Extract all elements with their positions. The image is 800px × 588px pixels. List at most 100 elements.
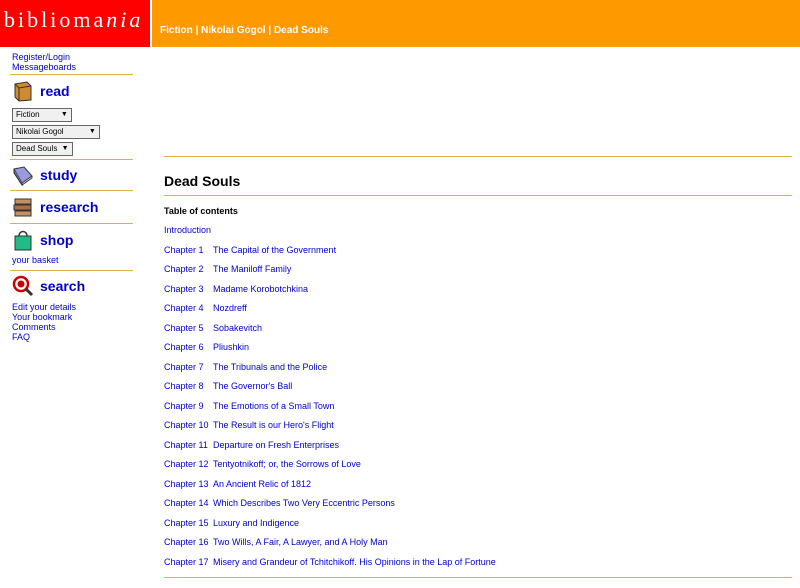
account-links: Edit your details Your bookmark Comments… — [0, 302, 76, 342]
toc-entry[interactable]: Chapter 11 Departure on Fresh Enterprises — [164, 440, 496, 460]
dropdown-arrow-icon: ▼ — [61, 145, 69, 152]
sidebar-divider — [10, 223, 133, 224]
messageboards-link[interactable]: Messageboards — [12, 62, 76, 72]
toc-entry[interactable]: Chapter 8 The Governor's Ball — [164, 381, 496, 401]
comments-link[interactable]: Comments — [12, 322, 76, 332]
content-divider — [164, 195, 792, 196]
breadcrumb-fiction[interactable]: Fiction — [160, 25, 193, 36]
dropdown-arrow-icon: ▼ — [88, 128, 96, 135]
chapter-number: Chapter 10 — [164, 420, 209, 430]
chapter-number: Chapter 4 — [164, 303, 204, 313]
chapter-number: Chapter 14 — [164, 498, 209, 508]
chapter-title-link[interactable]: Madame Korobotchkina — [213, 284, 308, 294]
chapter-title-link[interactable]: Which Describes Two Very Eccentric Perso… — [213, 498, 395, 508]
category-select[interactable]: Fiction ▼ — [12, 108, 72, 122]
sidebar-divider — [10, 74, 133, 75]
research-section: research — [12, 196, 137, 218]
research-books-icon — [13, 198, 32, 217]
breadcrumb-author[interactable]: Nikolai Gogol — [201, 25, 265, 36]
chapter-number: Chapter 15 — [164, 517, 209, 528]
toc-entry[interactable]: Chapter 10 The Result is our Hero's Fligh… — [164, 420, 496, 440]
chapter-number: Chapter 9 — [164, 400, 204, 411]
chapter-number: Chapter 16 — [164, 537, 209, 547]
study-book-icon — [13, 166, 33, 186]
search-link[interactable]: search — [40, 278, 85, 294]
book-icon — [14, 81, 32, 102]
sidebar-divider — [10, 159, 133, 160]
chapter-number: Chapter 11 — [164, 439, 208, 450]
shop-link[interactable]: shop — [40, 232, 73, 248]
chapter-title-link[interactable]: Nozdreff — [213, 303, 247, 313]
toc-entry[interactable]: Chapter 16 Two Wills, A Fair, A Lawyer, a… — [164, 537, 496, 557]
chapter-number: Chapter 17 — [164, 556, 209, 567]
chapter-title-link[interactable]: The Governor's Ball — [213, 381, 292, 391]
page-title: Dead Souls — [164, 173, 241, 189]
shop-section: shop your basket — [12, 229, 137, 265]
chapter-title-link[interactable]: The Capital of the Government — [213, 245, 336, 255]
toc-entry[interactable]: Chapter 5 Sobakevitch — [164, 323, 496, 343]
toc-entry[interactable]: Chapter 4 Nozdreff — [164, 303, 496, 323]
chapter-title-link[interactable]: The Result is our Hero's Flight — [213, 420, 334, 430]
chapter-number: Chapter 2 — [164, 264, 204, 274]
toc-entry[interactable]: Chapter 2 The Maniloff Family — [164, 264, 496, 284]
breadcrumb-book[interactable]: Dead Souls — [274, 25, 328, 36]
faq-link[interactable]: FAQ — [12, 332, 76, 342]
breadcrumb: Fiction | Nikolai Gogol | Dead Souls — [160, 25, 328, 36]
your-basket-link[interactable]: your basket — [12, 255, 137, 265]
bibliomania-logo[interactable]: bibliomania — [0, 0, 150, 47]
toc-entry[interactable]: Chapter 15 Luxury and Indigence — [164, 518, 496, 538]
register-login-link[interactable]: Register/Login — [12, 52, 70, 62]
chapter-number: Chapter 13 — [164, 478, 209, 489]
author-select-value: Nikolai Gogol — [16, 127, 64, 136]
toc-entry[interactable]: Chapter 6 Pliushkin — [164, 342, 496, 362]
toc-entry[interactable]: Chapter 1 The Capital of the Government — [164, 245, 496, 265]
logo-text-suffix: nia — [106, 7, 144, 32]
study-link[interactable]: study — [40, 167, 77, 183]
toc-entry[interactable]: Chapter 7 The Tribunals and the Police — [164, 362, 496, 382]
toc-entry[interactable]: Chapter 12 Tentyotnikoff; or, the Sorrows… — [164, 459, 496, 479]
toc-entry[interactable]: Chapter 13 An Ancient Relic of 1812 — [164, 479, 496, 499]
dropdown-arrow-icon: ▼ — [60, 111, 68, 118]
logo-text: biblioma — [4, 7, 107, 32]
chapter-title-link[interactable]: The Maniloff Family — [213, 264, 291, 274]
chapter-title-link[interactable]: Tentyotnikoff; or, the Sorrows of Love — [213, 459, 361, 469]
chapter-title-link[interactable]: An Ancient Relic of 1812 — [213, 479, 311, 489]
chapter-title-link[interactable]: Pliushkin — [213, 342, 249, 352]
toc-entry[interactable]: Chapter 9 The Emotions of a Small Town — [164, 401, 496, 421]
toc-entry[interactable]: Chapter 17 Misery and Grandeur of Tchitch… — [164, 557, 496, 577]
chapter-title-link[interactable]: Introduction — [164, 225, 211, 235]
read-link[interactable]: read — [40, 83, 70, 99]
chapter-number: Chapter 12 — [164, 459, 209, 469]
chapter-number: Chapter 7 — [164, 361, 204, 372]
chapter-number: Chapter 6 — [164, 342, 204, 352]
magnifier-icon — [12, 275, 34, 297]
top-bar: Fiction | Nikolai Gogol | Dead Souls — [152, 0, 800, 47]
read-section: read Fiction ▼ Nikolai Gogol ▼ Dead Soul… — [12, 80, 137, 156]
content-divider — [164, 156, 792, 157]
toc-heading: Table of contents — [164, 206, 238, 216]
shopping-bag-icon — [14, 230, 32, 251]
table-of-contents: Introduction Chapter 1 The Capital of the … — [164, 225, 496, 576]
chapter-title-link[interactable]: The Emotions of a Small Town — [213, 401, 334, 411]
chapter-number: Chapter 1 — [164, 244, 204, 255]
edit-details-link[interactable]: Edit your details — [12, 302, 76, 312]
chapter-title-link[interactable]: Misery and Grandeur of Tchitchikoff. His… — [213, 557, 496, 567]
chapter-number: Chapter 8 — [164, 381, 204, 391]
bookmark-link[interactable]: Your bookmark — [12, 312, 76, 322]
toc-entry[interactable]: Introduction — [164, 225, 496, 245]
book-select-value: Dead Souls — [16, 144, 58, 153]
toc-entry[interactable]: Chapter 14 Which Describes Two Very Eccen… — [164, 498, 496, 518]
book-select[interactable]: Dead Souls ▼ — [12, 142, 73, 156]
sidebar-divider — [10, 190, 133, 191]
toc-entry[interactable]: Chapter 3 Madame Korobotchkina — [164, 284, 496, 304]
chapter-title-link[interactable]: Luxury and Indigence — [213, 518, 299, 528]
search-section: search — [12, 275, 137, 297]
content-divider — [164, 577, 792, 578]
research-link[interactable]: research — [40, 199, 98, 215]
chapter-title-link[interactable]: Departure on Fresh Enterprises — [213, 440, 339, 450]
chapter-title-link[interactable]: Two Wills, A Fair, A Lawyer, and A Holy … — [213, 537, 388, 547]
chapter-title-link[interactable]: Sobakevitch — [213, 323, 262, 333]
chapter-title-link[interactable]: The Tribunals and the Police — [213, 362, 327, 372]
chapter-number: Chapter 3 — [164, 283, 204, 294]
author-select[interactable]: Nikolai Gogol ▼ — [12, 125, 100, 139]
